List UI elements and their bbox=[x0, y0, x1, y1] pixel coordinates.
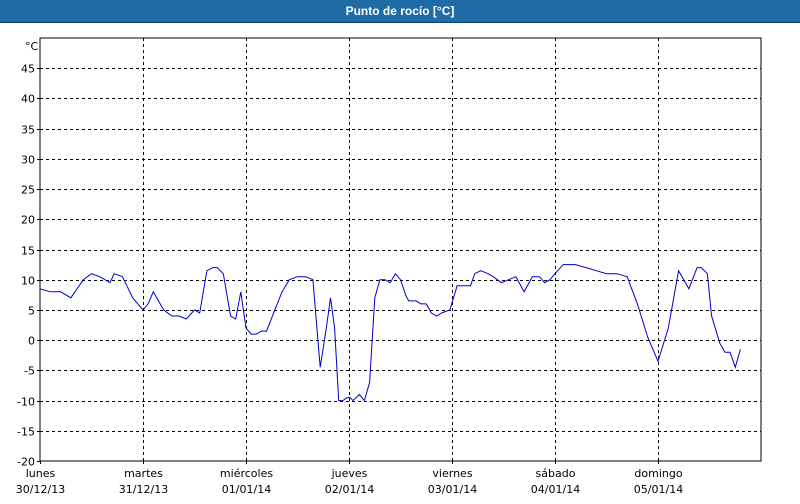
x-tick-date-label: 03/01/14 bbox=[428, 483, 477, 496]
y-tick-label: 30 bbox=[21, 154, 35, 167]
x-tick-day-label: miércoles bbox=[220, 467, 273, 480]
y-tick-label: 20 bbox=[21, 214, 35, 227]
y-tick-label: -15 bbox=[17, 426, 35, 439]
y-tick-label: 10 bbox=[21, 275, 35, 288]
x-tick-day-label: martes bbox=[124, 467, 163, 480]
x-tick-date-label: 02/01/14 bbox=[325, 483, 374, 496]
y-tick-label: 25 bbox=[21, 184, 35, 197]
plot-frame bbox=[39, 37, 762, 462]
x-tick-date-label: 04/01/14 bbox=[531, 483, 580, 496]
x-tick-day-label: domingo bbox=[634, 467, 682, 480]
dew-point-chart: -20-15-10-5051015202530354045 lunes30/12… bbox=[16, 37, 762, 496]
y-tick-label: 35 bbox=[21, 124, 35, 137]
x-tick-date-label: 05/01/14 bbox=[634, 483, 683, 496]
x-tick-date-label: 01/01/14 bbox=[222, 483, 271, 496]
x-tick-day-label: sábado bbox=[536, 467, 576, 480]
y-tick-label: 15 bbox=[21, 245, 35, 258]
y-tick-label: 40 bbox=[21, 93, 35, 106]
y-tick-label: -10 bbox=[17, 396, 35, 409]
y-tick-label: 0 bbox=[28, 335, 35, 348]
chart-title-bar: Punto de rocío [°C] bbox=[0, 0, 800, 23]
y-axis-ticks: -20-15-10-5051015202530354045 bbox=[17, 63, 40, 469]
x-axis-ticks: lunes 30/12/13 martes 31/12/13 miércoles 01/0… bbox=[16, 461, 683, 496]
x-tick-day-label: jueves bbox=[331, 467, 368, 480]
x-tick-day-label: lunes bbox=[26, 467, 56, 480]
y-tick-label: 5 bbox=[28, 305, 35, 318]
y-tick-label: -5 bbox=[24, 365, 35, 378]
x-tick-day-label: viernes bbox=[432, 467, 472, 480]
x-tick-date-label: 31/12/13 bbox=[119, 483, 168, 496]
y-tick-label: 45 bbox=[21, 63, 35, 76]
chart-title: Punto de rocío [°C] bbox=[345, 4, 455, 18]
y-axis-unit-label: °C bbox=[25, 40, 39, 53]
chart-area: -20 -15 -10 -5 0 5 10 15 20 25 30 35 40 45 lunes 30/12… bbox=[0, 23, 800, 500]
x-tick-date-label: 30/12/13 bbox=[16, 483, 65, 496]
